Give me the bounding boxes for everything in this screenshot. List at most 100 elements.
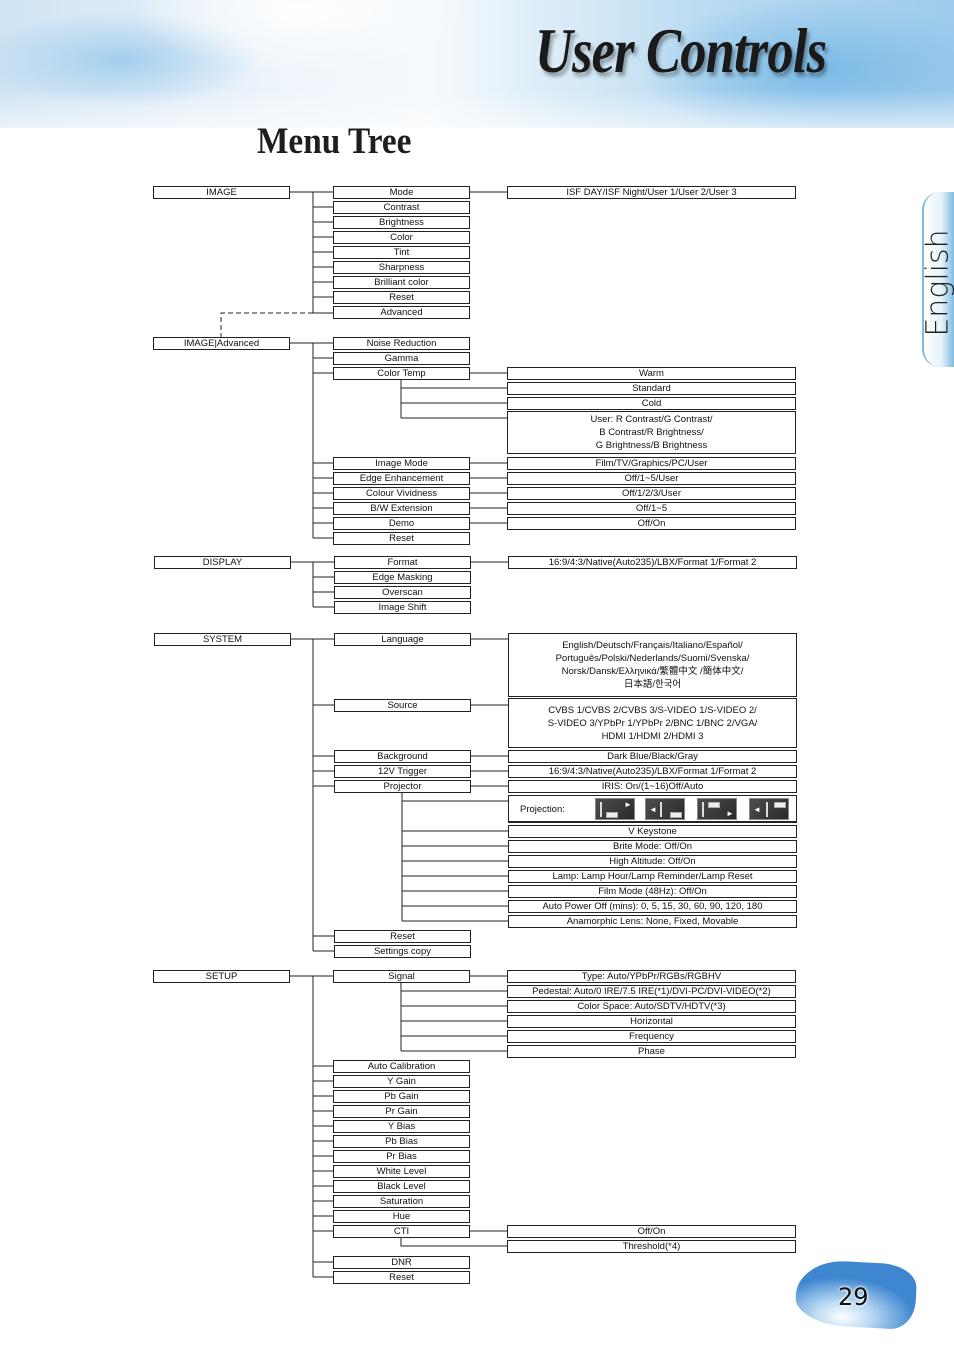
menu-item-advanced-reset[interactable]: Reset: [333, 532, 470, 545]
projection-options: Projection: ► ◄ ► ◄: [508, 795, 797, 823]
projection-label: Projection:: [520, 804, 565, 815]
color-temp-user-line: B Contrast/R Brightness/: [599, 427, 704, 438]
rear-desktop-icon: ◄: [645, 798, 685, 820]
menu-item-black-level[interactable]: Black Level: [333, 1180, 470, 1193]
signal-color-space-options: Color Space: Auto/SDTV/HDTV(*3): [507, 1000, 796, 1013]
menu-item-overscan[interactable]: Overscan: [334, 586, 471, 599]
menu-item-image-mode[interactable]: Image Mode: [333, 457, 470, 470]
menu-item-auto-calibration[interactable]: Auto Calibration: [333, 1060, 470, 1073]
menu-item-advanced[interactable]: Advanced: [333, 306, 470, 319]
source-options: CVBS 1/CVBS 2/CVBS 3/S-VIDEO 1/S-VIDEO 2…: [508, 698, 797, 748]
signal-type-options: Type: Auto/YPbPr/RGBs/RGBHV: [507, 970, 796, 983]
menu-item-dnr[interactable]: DNR: [333, 1256, 470, 1269]
cti-options: Off/On: [507, 1225, 796, 1238]
menu-item-brightness[interactable]: Brightness: [333, 216, 470, 229]
menu-item-tint[interactable]: Tint: [333, 246, 470, 259]
color-temp-user-line: G Brightness/B Brightness: [595, 440, 708, 451]
signal-phase: Phase: [507, 1045, 796, 1058]
menu-display[interactable]: DISPLAY: [154, 556, 291, 569]
edge-enhancement-options: Off/1~5/User: [507, 472, 796, 485]
menu-item-setup-reset[interactable]: Reset: [333, 1271, 470, 1284]
menu-image[interactable]: IMAGE: [153, 186, 290, 199]
menu-item-edge-masking[interactable]: Edge Masking: [334, 571, 471, 584]
iris-options: IRIS: On/(1~16)Off/Auto: [508, 780, 797, 793]
language-options-line: Norsk/Dansk/Ελληνικά/繁體中文 /簡体中文/: [561, 666, 744, 677]
menu-item-color[interactable]: Color: [333, 231, 470, 244]
language-options-line: English/Deutsch/Français/Italiano/Españo…: [562, 640, 743, 651]
menu-item-color-temp[interactable]: Color Temp: [333, 367, 470, 380]
color-temp-standard: Standard: [507, 382, 796, 395]
menu-item-system-reset[interactable]: Reset: [334, 930, 471, 943]
source-options-line: S-VIDEO 3/YPbPr 1/YPbPr 2/BNC 1/BNC 2/VG…: [547, 717, 758, 729]
menu-setup[interactable]: SETUP: [153, 970, 290, 983]
menu-item-image-shift[interactable]: Image Shift: [334, 601, 471, 614]
signal-pedestal-options: Pedestal: Auto/0 IRE/7.5 IRE(*1)/DVI-PC/…: [507, 985, 796, 998]
color-temp-user-line: User: R Contrast/G Contrast/: [590, 414, 713, 425]
high-altitude-options: High Altitude: Off/On: [508, 855, 797, 868]
menu-item-mode[interactable]: Mode: [333, 186, 470, 199]
menu-item-saturation[interactable]: Saturation: [333, 1195, 470, 1208]
signal-horizontal: Horizontal: [507, 1015, 796, 1028]
menu-item-background[interactable]: Background: [334, 750, 471, 763]
menu-item-bw-extension[interactable]: B/W Extension: [333, 502, 470, 515]
menu-item-pb-bias[interactable]: Pb Bias: [333, 1135, 470, 1148]
format-options: 16:9/4:3/Native(Auto235)/LBX/Format 1/Fo…: [508, 556, 797, 569]
background-options: Dark Blue/Black/Gray: [508, 750, 797, 763]
menu-item-format[interactable]: Format: [334, 556, 471, 569]
menu-item-hue[interactable]: Hue: [333, 1210, 470, 1223]
menu-item-brilliant-color[interactable]: Brilliant color: [333, 276, 470, 289]
menu-item-settings-copy[interactable]: Settings copy: [334, 945, 471, 958]
v-keystone: V Keystone: [508, 825, 797, 838]
menu-item-pr-gain[interactable]: Pr Gain: [333, 1105, 470, 1118]
brite-mode-options: Brite Mode: Off/On: [508, 840, 797, 853]
menu-item-pb-gain[interactable]: Pb Gain: [333, 1090, 470, 1103]
menu-item-contrast[interactable]: Contrast: [333, 201, 470, 214]
menu-item-white-level[interactable]: White Level: [333, 1165, 470, 1178]
menu-item-gamma[interactable]: Gamma: [333, 352, 470, 365]
front-desktop-icon: ►: [595, 798, 635, 820]
menu-item-projector[interactable]: Projector: [334, 780, 471, 793]
demo-options: Off/On: [507, 517, 796, 530]
auto-power-off-options: Auto Power Off (mins): 0, 5, 15, 30, 60,…: [508, 900, 797, 913]
menu-item-12v-trigger[interactable]: 12V Trigger: [334, 765, 471, 778]
page-number: 29: [838, 1283, 869, 1311]
language-options-line: Português/Polski/Nederlands/Suomi/Svensk…: [555, 653, 750, 664]
bw-extension-options: Off/1~5: [507, 502, 796, 515]
language-options-line: 日本語/한국어: [623, 679, 682, 690]
menu-item-noise-reduction[interactable]: Noise Reduction: [333, 337, 470, 350]
header-fade: [0, 90, 954, 130]
colour-vividness-options: Off/1/2/3/User: [507, 487, 796, 500]
trigger-options: 16:9/4:3/Native(Auto235)/LBX/Format 1/Fo…: [508, 765, 797, 778]
front-ceiling-icon: ►: [697, 798, 737, 820]
menu-item-reset[interactable]: Reset: [333, 291, 470, 304]
menu-item-source[interactable]: Source: [334, 699, 471, 712]
menu-item-language[interactable]: Language: [334, 633, 471, 646]
language-tab-label: English: [920, 229, 954, 337]
menu-item-signal[interactable]: Signal: [333, 970, 470, 983]
signal-frequency: Frequency: [507, 1030, 796, 1043]
film-mode-options: Film Mode (48Hz): Off/On: [508, 885, 797, 898]
menu-item-y-bias[interactable]: Y Bias: [333, 1120, 470, 1133]
menu-item-sharpness[interactable]: Sharpness: [333, 261, 470, 274]
rear-ceiling-icon: ◄: [749, 798, 789, 820]
mode-options: ISF DAY/ISF Night/User 1/User 2/User 3: [507, 186, 796, 199]
image-mode-options: Film/TV/Graphics/PC/User: [507, 457, 796, 470]
source-options-line: CVBS 1/CVBS 2/CVBS 3/S-VIDEO 1/S-VIDEO 2…: [548, 704, 757, 716]
menu-item-colour-vividness[interactable]: Colour Vividness: [333, 487, 470, 500]
menu-item-demo[interactable]: Demo: [333, 517, 470, 530]
color-temp-cold: Cold: [507, 397, 796, 410]
color-temp-warm: Warm: [507, 367, 796, 380]
menu-item-edge-enhancement[interactable]: Edge Enhancement: [333, 472, 470, 485]
color-temp-user: User: R Contrast/G Contrast/ B Contrast/…: [507, 411, 796, 454]
source-options-line: HDMI 1/HDMI 2/HDMI 3: [601, 730, 704, 742]
menu-image-advanced[interactable]: IMAGE|Advanced: [153, 337, 290, 350]
section-title: User Controls: [535, 15, 827, 86]
menu-system[interactable]: SYSTEM: [154, 633, 291, 646]
menu-item-y-gain[interactable]: Y Gain: [333, 1075, 470, 1088]
page-heading: Menu Tree: [257, 121, 412, 162]
language-options: English/Deutsch/Français/Italiano/Españo…: [508, 633, 797, 697]
lamp-options: Lamp: Lamp Hour/Lamp Reminder/Lamp Reset: [508, 870, 797, 883]
menu-item-pr-bias[interactable]: Pr Bias: [333, 1150, 470, 1163]
cti-threshold: Threshold(*4): [507, 1240, 796, 1253]
menu-item-cti[interactable]: CTI: [333, 1225, 470, 1238]
